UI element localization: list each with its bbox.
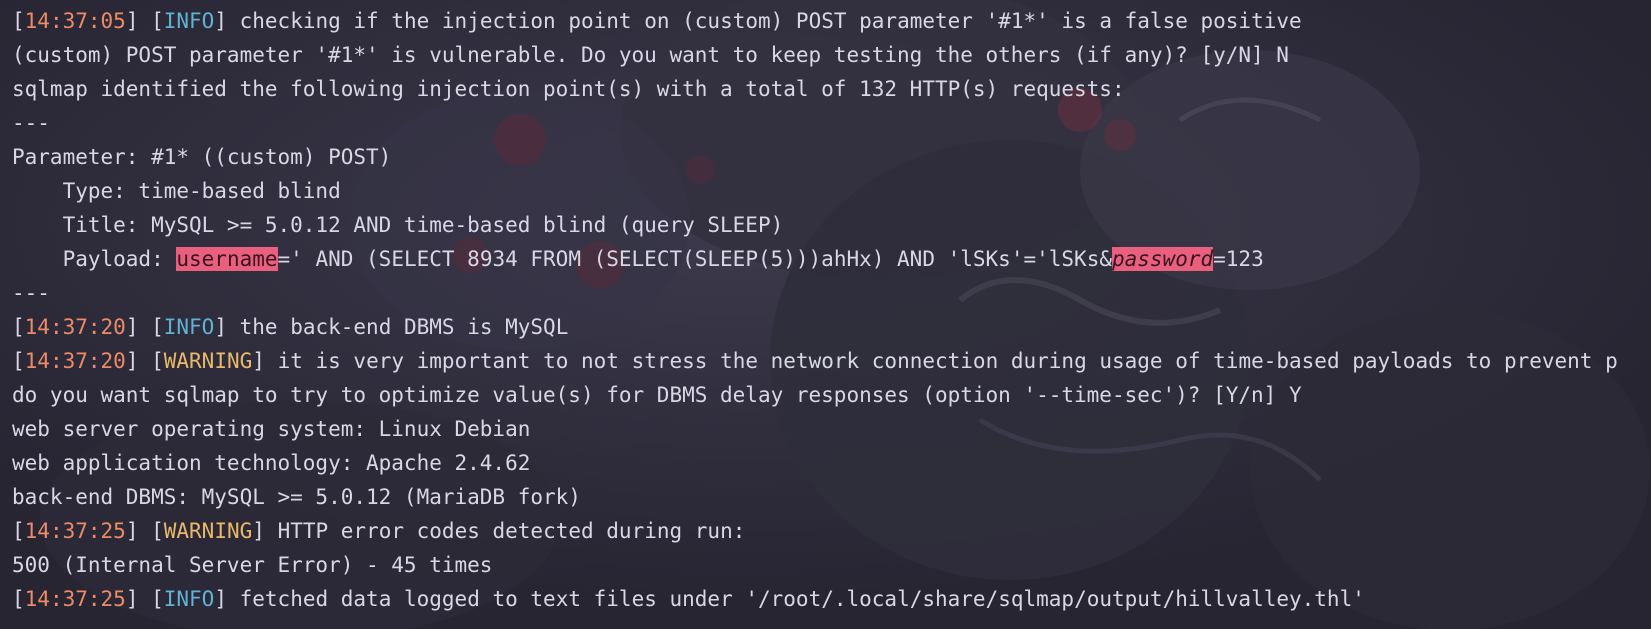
terminal-line: --- bbox=[12, 106, 1651, 140]
line-text: --- bbox=[12, 281, 50, 305]
terminal-line: do you want sqlmap to try to optimize va… bbox=[12, 378, 1651, 412]
log-level: WARNING bbox=[163, 349, 253, 373]
timestamp: 14:37:20 bbox=[24, 349, 126, 373]
bracket: ] [ bbox=[125, 587, 164, 611]
terminal-line: Payload: username=' AND (SELECT 8934 FRO… bbox=[12, 242, 1651, 276]
terminal-line: [14:37:20] [WARNING] it is very importan… bbox=[12, 344, 1651, 378]
line-text: sqlmap identified the following injectio… bbox=[12, 77, 1125, 101]
bracket: ] [ bbox=[125, 315, 164, 339]
terminal-line: Title: MySQL >= 5.0.12 AND time-based bl… bbox=[12, 208, 1651, 242]
line-text: (custom) POST parameter '#1*' is vulnera… bbox=[12, 43, 1289, 67]
terminal-line: sqlmap identified the following injectio… bbox=[12, 72, 1651, 106]
terminal-line: web server operating system: Linux Debia… bbox=[12, 412, 1651, 446]
line-text: it is very important to not stress the n… bbox=[264, 349, 1618, 373]
bracket: [ bbox=[12, 349, 25, 373]
bracket: ] bbox=[214, 587, 227, 611]
bracket: [ bbox=[12, 315, 25, 339]
payload-label: Payload: bbox=[12, 247, 177, 271]
terminal-line: web application technology: Apache 2.4.6… bbox=[12, 446, 1651, 480]
bracket: ] bbox=[214, 315, 227, 339]
terminal-line: [14:37:20] [INFO] the back-end DBMS is M… bbox=[12, 310, 1651, 344]
terminal-output: [14:37:05] [INFO] checking if the inject… bbox=[12, 4, 1651, 629]
log-level: INFO bbox=[163, 9, 215, 33]
line-text: 500 (Internal Server Error) - 45 times bbox=[12, 553, 493, 577]
timestamp: 14:37:25 bbox=[24, 587, 126, 611]
timestamp: 14:37:05 bbox=[24, 9, 126, 33]
line-text: web server operating system: Linux Debia… bbox=[12, 417, 531, 441]
terminal-line: (custom) POST parameter '#1*' is vulnera… bbox=[12, 38, 1651, 72]
terminal-line: 500 (Internal Server Error) - 45 times bbox=[12, 548, 1651, 582]
bracket: [ bbox=[12, 587, 25, 611]
terminal-line: back-end DBMS: MySQL >= 5.0.12 (MariaDB … bbox=[12, 480, 1651, 514]
line-text: --- bbox=[12, 111, 50, 135]
line-text: Title: MySQL >= 5.0.12 AND time-based bl… bbox=[12, 213, 784, 237]
payload-suffix: =123 bbox=[1213, 247, 1264, 271]
line-text: Parameter: #1* ((custom) POST) bbox=[12, 145, 392, 169]
line-text: fetched data logged to text files under … bbox=[226, 587, 1365, 611]
bracket: ] bbox=[252, 519, 265, 543]
line-text: checking if the injection point on (cust… bbox=[226, 9, 1302, 33]
line-text: do you want sqlmap to try to optimize va… bbox=[12, 383, 1302, 407]
terminal-line: [14:37:25] [WARNING] HTTP error codes de… bbox=[12, 514, 1651, 548]
bracket: [ bbox=[12, 519, 25, 543]
timestamp: 14:37:25 bbox=[24, 519, 126, 543]
line-text: Type: time-based blind bbox=[12, 179, 341, 203]
bracket: ] [ bbox=[125, 9, 164, 33]
terminal-line: [14:37:05] [INFO] checking if the inject… bbox=[12, 4, 1651, 38]
bracket: ] [ bbox=[125, 519, 164, 543]
bracket: ] bbox=[252, 349, 265, 373]
log-level: WARNING bbox=[163, 519, 253, 543]
terminal-line: --- bbox=[12, 276, 1651, 310]
log-level: INFO bbox=[163, 587, 215, 611]
line-text: back-end DBMS: MySQL >= 5.0.12 (MariaDB … bbox=[12, 485, 581, 509]
bracket: [ bbox=[12, 9, 25, 33]
terminal-line: Type: time-based blind bbox=[12, 174, 1651, 208]
line-text: web application technology: Apache 2.4.6… bbox=[12, 451, 531, 475]
bracket: ] bbox=[214, 9, 227, 33]
highlight-username: username bbox=[176, 247, 278, 271]
log-level: INFO bbox=[163, 315, 215, 339]
payload-body: =' AND (SELECT 8934 FROM (SELECT(SLEEP(5… bbox=[277, 247, 1112, 271]
timestamp: 14:37:20 bbox=[24, 315, 126, 339]
terminal-line: [14:37:25] [INFO] fetched data logged to… bbox=[12, 582, 1651, 616]
terminal-line: Parameter: #1* ((custom) POST) bbox=[12, 140, 1651, 174]
line-text: HTTP error codes detected during run: bbox=[264, 519, 746, 543]
line-text: the back-end DBMS is MySQL bbox=[226, 315, 569, 339]
bracket: ] [ bbox=[125, 349, 164, 373]
highlight-password: password bbox=[1111, 247, 1214, 271]
